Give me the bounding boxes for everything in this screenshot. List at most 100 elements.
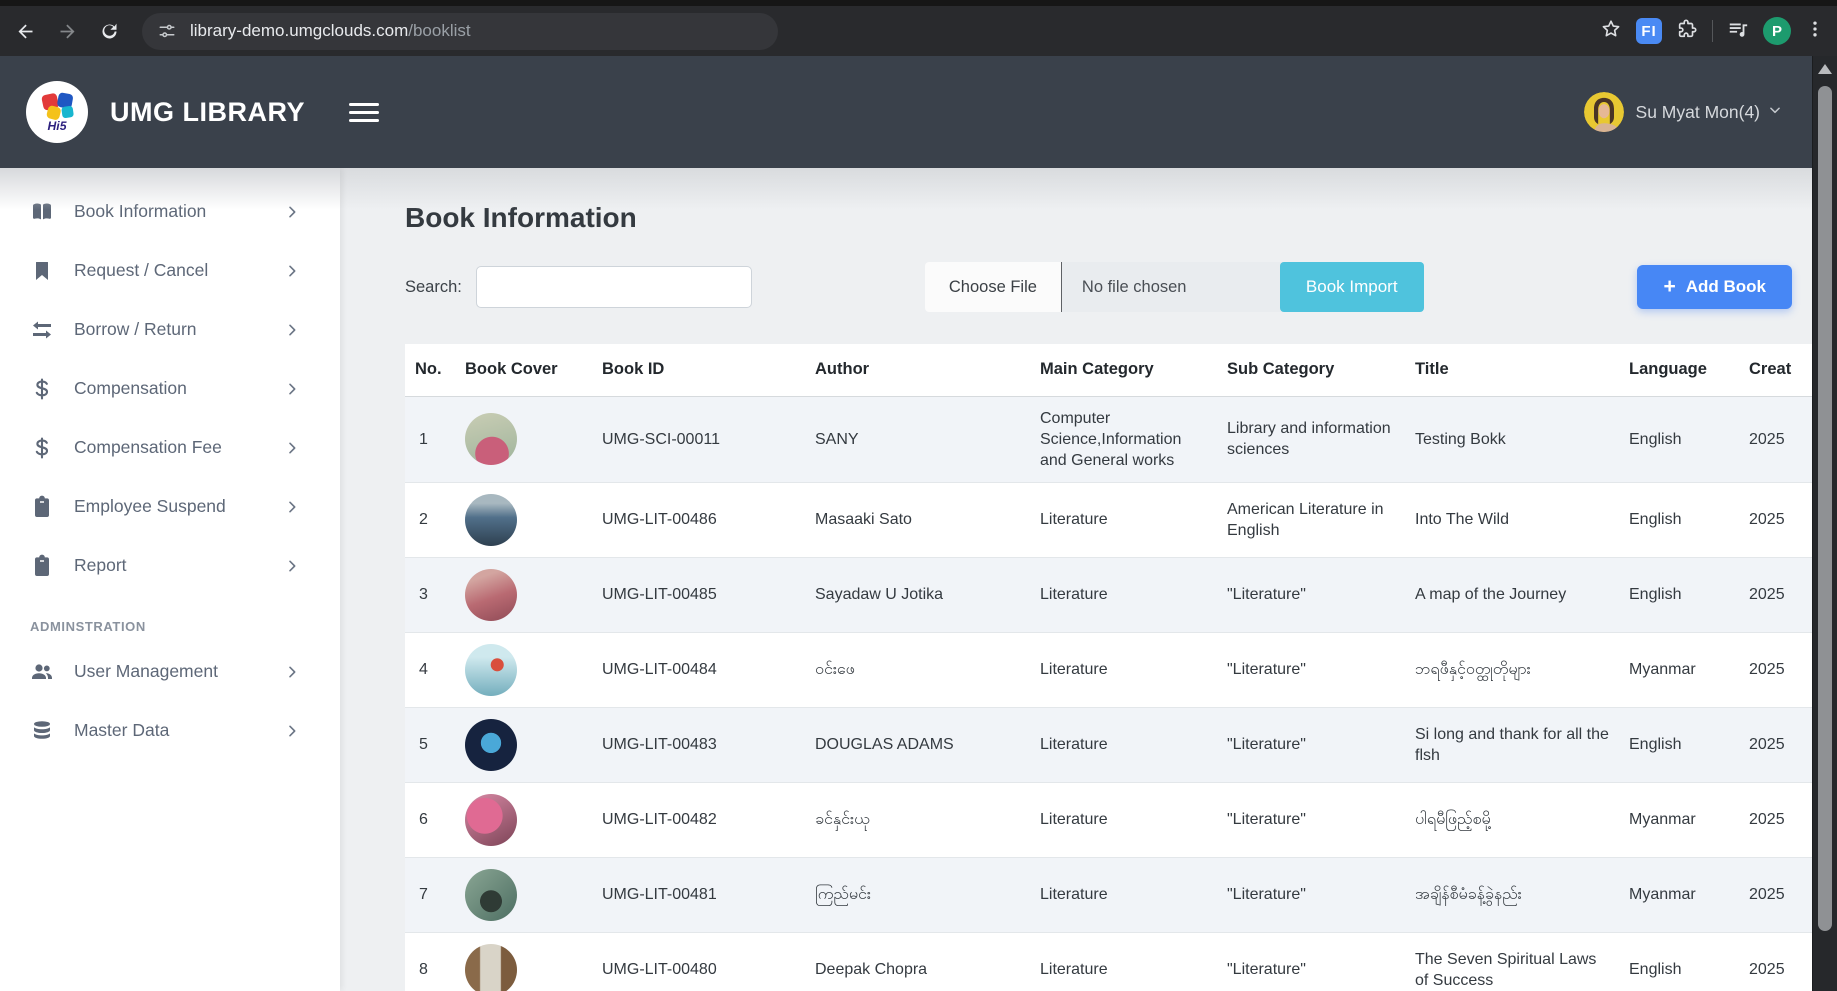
table-row: 6UMG-LIT-00482ခင်နှင်းယုLiterature"Liter… <box>405 782 1812 857</box>
extensions-puzzle-icon[interactable] <box>1676 18 1698 45</box>
row-number: 4 <box>405 632 455 707</box>
choose-file-button[interactable]: Choose File <box>925 262 1062 312</box>
sidebar-item-borrow-return[interactable]: Borrow / Return <box>0 300 340 359</box>
column-header-creat: Creat <box>1739 344 1812 396</box>
row-number: 8 <box>405 932 455 991</box>
sidebar-item-compensation[interactable]: Compensation <box>0 359 340 418</box>
scrollbar-up-arrow[interactable] <box>1818 64 1832 74</box>
main-content: Book Information Search: Choose File No … <box>340 168 1812 991</box>
reload-icon[interactable] <box>92 14 126 48</box>
sidebar-item-employee-suspend[interactable]: Employee Suspend <box>0 477 340 536</box>
table-row: 2UMG-LIT-00486Masaaki SatoLiteratureAmer… <box>405 482 1812 557</box>
column-header-no: No. <box>405 344 455 396</box>
page-scrollbar <box>1812 56 1837 991</box>
dollar-icon <box>30 436 54 460</box>
book-language: Myanmar <box>1619 782 1739 857</box>
book-language: English <box>1619 707 1739 782</box>
address-bar[interactable]: library-demo.umgclouds.com/booklist <box>142 13 778 50</box>
logo-text: Hi5 <box>48 119 67 133</box>
book-cover-cell <box>455 632 592 707</box>
swap-arrows-icon <box>30 318 54 342</box>
app-header: Hi5 UMG LIBRARY Su Myat Mon(4) <box>0 56 1812 168</box>
book-cover-image <box>465 794 517 846</box>
main-category: Literature <box>1030 932 1217 991</box>
table-row: 5UMG-LIT-00483DOUGLAS ADAMSLiterature"Li… <box>405 707 1812 782</box>
column-header-book-id: Book ID <box>592 344 805 396</box>
add-book-button[interactable]: + Add Book <box>1637 265 1792 309</box>
sidebar-item-compensation-fee[interactable]: Compensation Fee <box>0 418 340 477</box>
sub-category: "Literature" <box>1217 857 1405 932</box>
user-menu[interactable]: Su Myat Mon(4) <box>1584 92 1812 132</box>
sub-category: "Literature" <box>1217 557 1405 632</box>
row-number: 5 <box>405 707 455 782</box>
browser-menu-icon[interactable] <box>1805 19 1825 44</box>
book-cover-cell <box>455 857 592 932</box>
hamburger-menu-icon[interactable] <box>349 98 379 127</box>
user-name: Su Myat Mon(4) <box>1636 102 1760 123</box>
dollar-icon <box>30 377 54 401</box>
media-controls-icon[interactable] <box>1727 18 1749 45</box>
chevron-right-icon <box>284 664 300 680</box>
created-value: 2025 <box>1739 707 1812 782</box>
chevron-right-icon <box>284 723 300 739</box>
book-cover-image <box>465 944 517 991</box>
fi-extension-icon[interactable]: FI <box>1636 18 1662 44</box>
sidebar-item-master-data[interactable]: Master Data <box>0 701 340 760</box>
sub-category: Library and information sciences <box>1217 396 1405 482</box>
chevron-right-icon <box>284 558 300 574</box>
book-import-button[interactable]: Book Import <box>1280 262 1424 312</box>
plus-icon: + <box>1663 275 1675 299</box>
book-id: UMG-LIT-00482 <box>592 782 805 857</box>
book-author: ဝင်းဖေ <box>805 632 1030 707</box>
sidebar-item-user-management[interactable]: User Management <box>0 642 340 701</box>
book-cover-image <box>465 719 517 771</box>
row-number: 2 <box>405 482 455 557</box>
book-author: Deepak Chopra <box>805 932 1030 991</box>
sidebar: Book Information Request / Cancel Borrow… <box>0 168 340 991</box>
clipboard-icon <box>30 495 54 519</box>
app-logo: Hi5 <box>26 81 88 143</box>
created-value: 2025 <box>1739 482 1812 557</box>
book-id: UMG-LIT-00483 <box>592 707 805 782</box>
site-settings-icon[interactable] <box>158 22 176 40</box>
column-header-author: Author <box>805 344 1030 396</box>
table-row: 1UMG-SCI-00011SANYComputer Science,Infor… <box>405 396 1812 482</box>
search-input[interactable] <box>476 266 752 308</box>
main-category: Literature <box>1030 482 1217 557</box>
sub-category: "Literature" <box>1217 707 1405 782</box>
sidebar-section-label: ADMINSTRATION <box>30 619 340 634</box>
row-number: 3 <box>405 557 455 632</box>
book-cover-cell <box>455 482 592 557</box>
scrollbar-thumb[interactable] <box>1818 86 1832 931</box>
book-cover-cell <box>455 557 592 632</box>
table-row: 3UMG-LIT-00485Sayadaw U JotikaLiterature… <box>405 557 1812 632</box>
sub-category: "Literature" <box>1217 632 1405 707</box>
chevron-right-icon <box>284 204 300 220</box>
created-value: 2025 <box>1739 782 1812 857</box>
forward-icon[interactable] <box>50 14 84 48</box>
controls-row: Search: Choose File No file chosen Book … <box>405 262 1792 312</box>
back-icon[interactable] <box>8 14 42 48</box>
sidebar-item-report[interactable]: Report <box>0 536 340 595</box>
book-language: Myanmar <box>1619 632 1739 707</box>
page-title: Book Information <box>405 202 1812 234</box>
book-title: The Seven Spiritual Laws of Success <box>1405 932 1619 991</box>
book-title: Into The Wild <box>1405 482 1619 557</box>
url-text: library-demo.umgclouds.com/booklist <box>190 21 471 41</box>
main-category: Literature <box>1030 857 1217 932</box>
book-cover-image <box>465 869 517 921</box>
table-row: 8UMG-LIT-00480Deepak ChopraLiterature"Li… <box>405 932 1812 991</box>
book-language: English <box>1619 482 1739 557</box>
column-header-title: Title <box>1405 344 1619 396</box>
sidebar-item-request-cancel[interactable]: Request / Cancel <box>0 241 340 300</box>
users-icon <box>30 660 54 684</box>
main-category: Literature <box>1030 782 1217 857</box>
book-title: အချိန်စီမံခန့်ခွဲနည်း <box>1405 857 1619 932</box>
book-cover-cell <box>455 707 592 782</box>
bookmark-star-icon[interactable] <box>1600 18 1622 45</box>
sub-category: American Literature in English <box>1217 482 1405 557</box>
browser-profile-avatar[interactable]: P <box>1763 17 1791 45</box>
database-icon <box>30 719 54 743</box>
sidebar-item-book-information[interactable]: Book Information <box>0 182 340 241</box>
book-title: Testing Bokk <box>1405 396 1619 482</box>
